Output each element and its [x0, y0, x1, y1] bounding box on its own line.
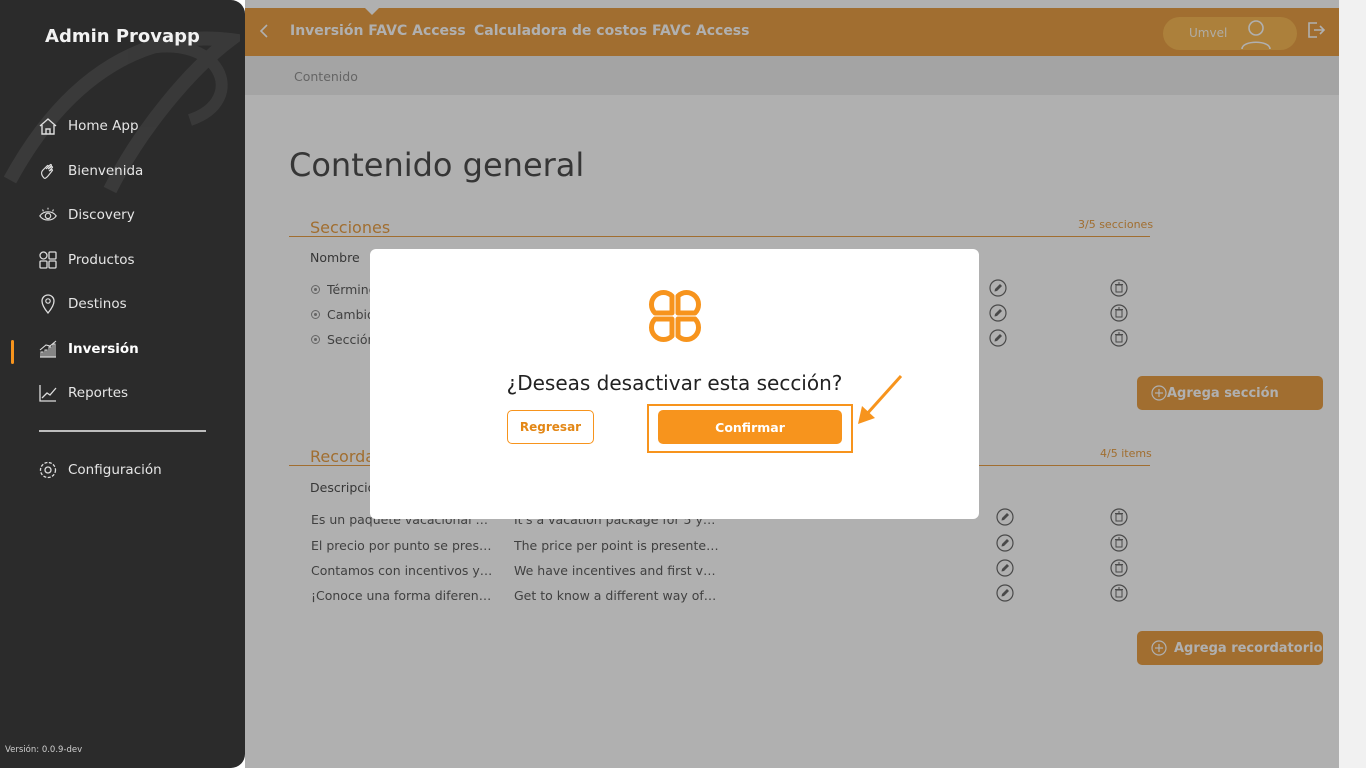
- sidebar-item-label: Destinos: [68, 296, 127, 312]
- sidebar-item-destinos[interactable]: Destinos: [38, 291, 127, 317]
- sidebar-item-configuracion[interactable]: Configuración: [38, 457, 162, 483]
- line-chart-icon: [38, 383, 58, 403]
- back-button[interactable]: Regresar: [507, 410, 594, 444]
- pointer-arrow-icon: [858, 374, 903, 424]
- sidebar-item-reportes[interactable]: Reportes: [38, 380, 128, 406]
- sidebar: Admin Provapp Home App Bienvenida Discov…: [0, 0, 245, 768]
- clover-logo-icon: [649, 290, 701, 342]
- sidebar-item-label: Reportes: [68, 385, 129, 401]
- app-brand: Admin Provapp: [45, 26, 200, 47]
- sidebar-item-inversion[interactable]: Inversión: [38, 336, 139, 362]
- gear-icon: [38, 460, 58, 480]
- sidebar-item-discovery[interactable]: Discovery: [38, 202, 135, 228]
- sidebar-item-label: Discovery: [68, 207, 135, 223]
- sidebar-item-label: Home App: [68, 118, 139, 134]
- sidebar-item-label: Productos: [68, 252, 135, 268]
- bar-chart-icon: [38, 339, 58, 359]
- sidebar-item-label: Bienvenida: [68, 163, 144, 179]
- version-label: Versión: 0.0.9-dev: [5, 745, 83, 755]
- sidebar-item-home-app[interactable]: Home App: [38, 113, 139, 139]
- sidebar-item-productos[interactable]: Productos: [38, 247, 135, 273]
- wave-hand-icon: [38, 161, 58, 181]
- home-icon: [38, 116, 58, 136]
- active-indicator: [11, 340, 14, 364]
- grid-icon: [38, 250, 58, 270]
- confirm-button[interactable]: Confirmar: [658, 410, 842, 444]
- sidebar-item-label: Inversión: [68, 341, 139, 357]
- location-pin-icon: [38, 294, 58, 314]
- sidebar-item-bienvenida[interactable]: Bienvenida: [38, 158, 143, 184]
- eye-icon: [38, 205, 58, 225]
- sidebar-item-label: Configuración: [68, 462, 162, 478]
- sidebar-divider: [39, 430, 206, 432]
- scrollbar[interactable]: [1339, 0, 1366, 768]
